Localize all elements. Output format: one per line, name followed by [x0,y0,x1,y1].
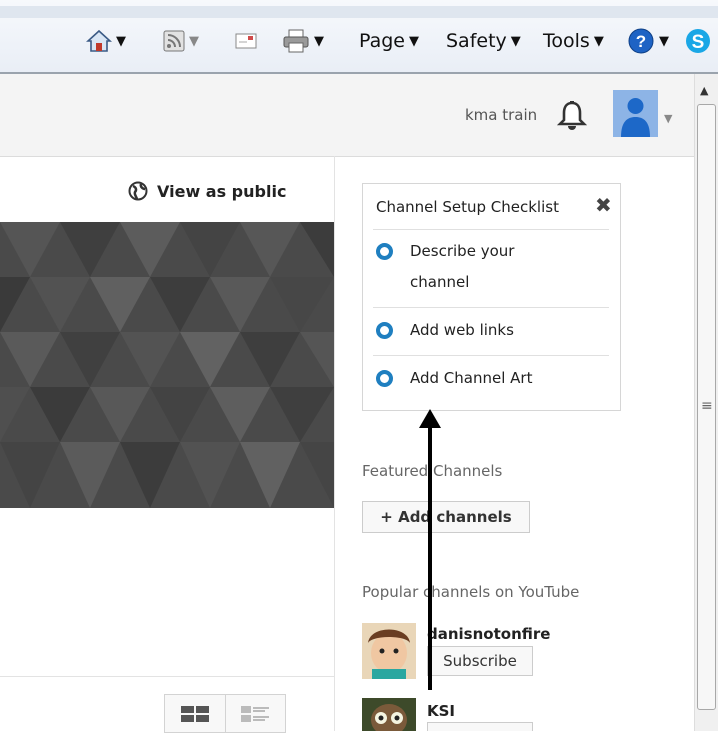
annotation-arrow [419,409,441,690]
